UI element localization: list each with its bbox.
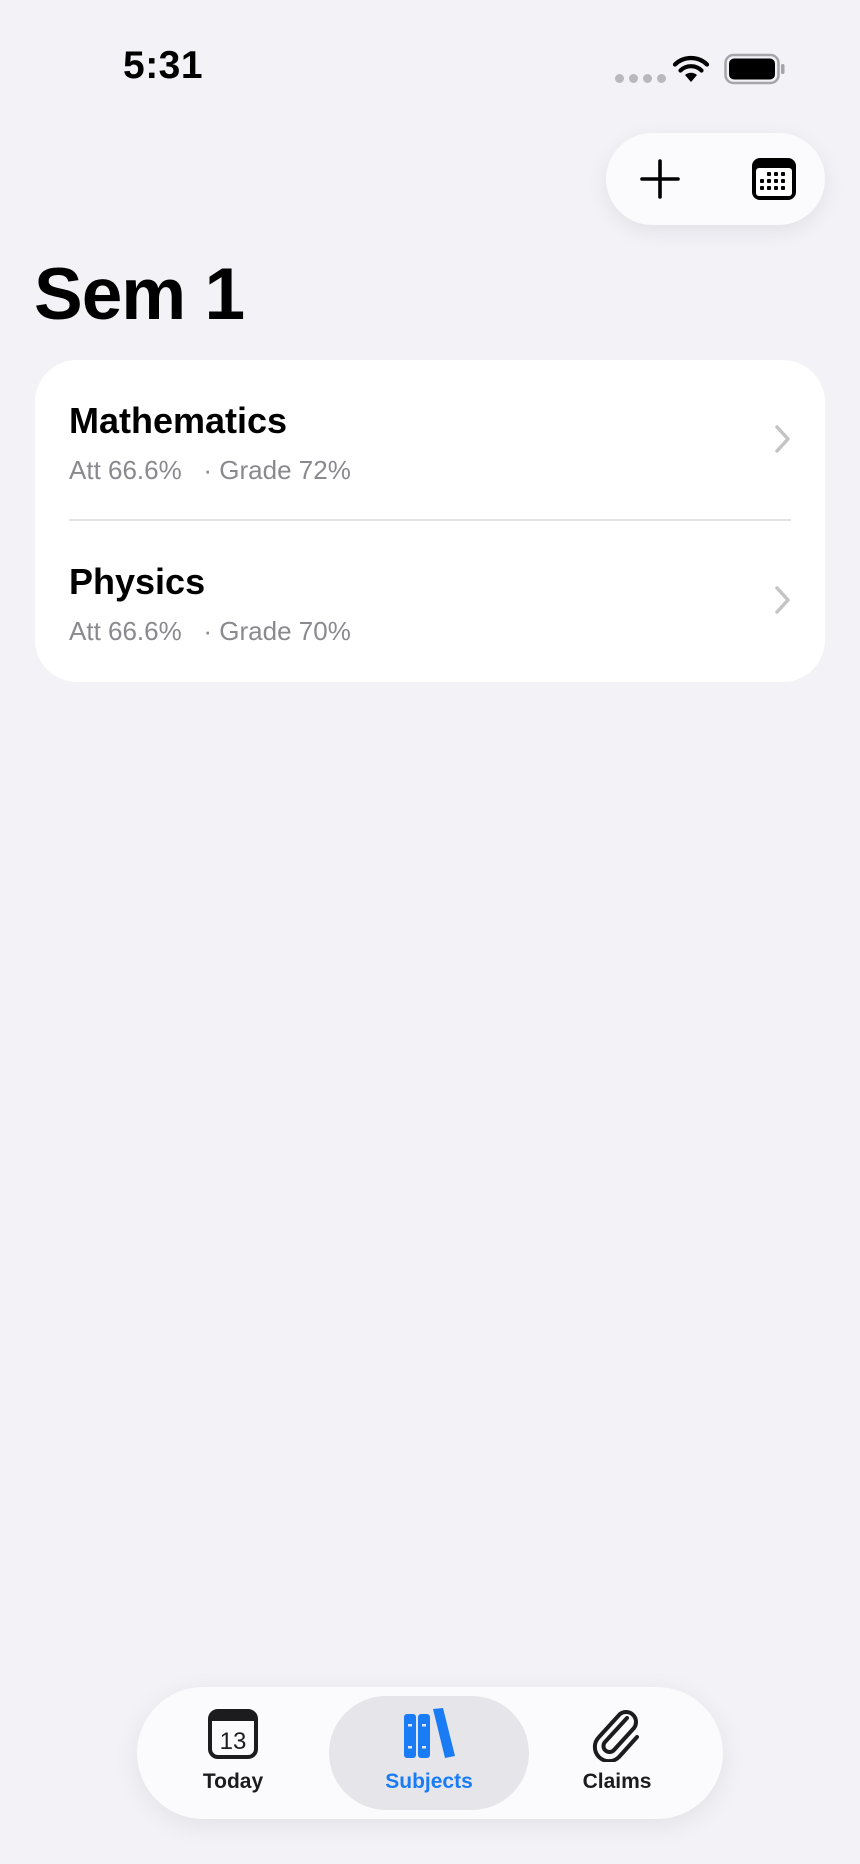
subject-name: Mathematics <box>69 400 288 441</box>
tab-label: Today <box>202 1770 264 1793</box>
subjects-list: Mathematics Att 66.6% · Grade 72% Physic… <box>35 360 825 682</box>
books-icon <box>404 1708 455 1758</box>
plus-icon <box>640 159 680 199</box>
calendar-button[interactable] <box>724 133 824 225</box>
tab-claims[interactable]: Claims <box>526 1696 708 1810</box>
status-bar: 5:31 <box>0 0 860 120</box>
subject-stats: Att 66.6% · Grade 72% <box>69 455 351 486</box>
subject-stats: Att 66.6% · Grade 70% <box>69 616 351 647</box>
subject-row-mathematics[interactable]: Mathematics Att 66.6% · Grade 72% <box>35 360 825 521</box>
grade-value: · Grade 72% <box>203 455 351 485</box>
chevron-right-icon <box>775 425 790 453</box>
calendar-icon <box>752 158 796 200</box>
battery-icon <box>724 53 785 85</box>
toolbar-actions <box>606 133 825 225</box>
wifi-icon <box>672 56 710 82</box>
grade-value: · Grade 70% <box>203 616 351 646</box>
tab-label: Claims <box>582 1770 652 1793</box>
chevron-right-icon <box>775 586 790 614</box>
tab-bar: 13 Today Subjects Claims <box>137 1687 723 1819</box>
tab-today[interactable]: 13 Today <box>142 1696 324 1810</box>
attendance-value: Att 66.6% <box>69 455 182 485</box>
add-button[interactable] <box>610 133 710 225</box>
attendance-value: Att 66.6% <box>69 616 182 646</box>
cellular-signal-icon <box>615 74 666 83</box>
subject-name: Physics <box>69 561 206 602</box>
paperclip-icon <box>592 1710 639 1762</box>
calendar-day-icon: 13 <box>208 1709 258 1759</box>
page-title: Sem 1 <box>34 254 245 335</box>
status-time: 5:31 <box>123 44 204 87</box>
tab-subjects[interactable]: Subjects <box>329 1696 529 1810</box>
subject-row-physics[interactable]: Physics Att 66.6% · Grade 70% <box>35 521 825 682</box>
calendar-day-number: 13 <box>220 1728 247 1755</box>
tab-label: Subjects <box>385 1770 473 1793</box>
